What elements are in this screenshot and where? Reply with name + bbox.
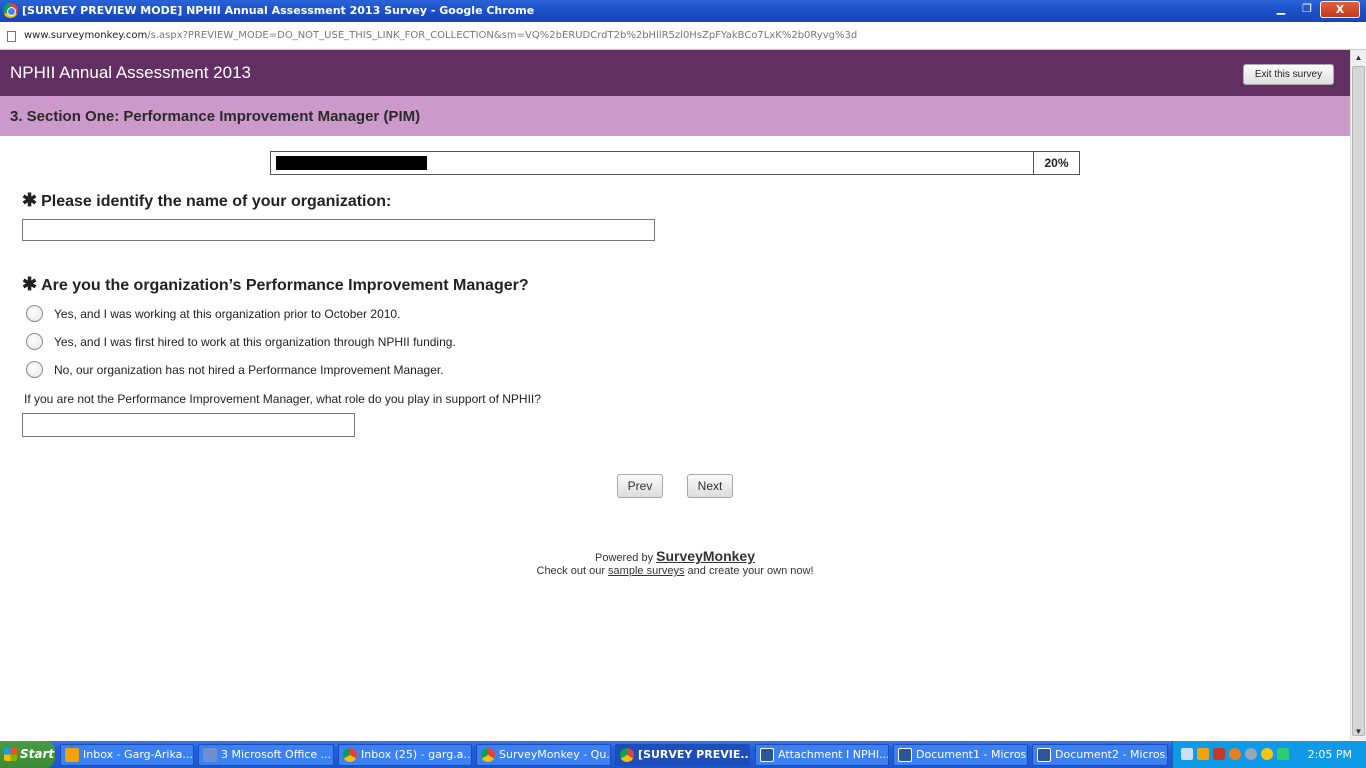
- powered-by-line: Powered by SurveyMonkey: [595, 548, 755, 564]
- question-1-text: Please identify the name of your organiz…: [41, 193, 392, 210]
- chrome-icon: [3, 3, 18, 18]
- word-icon: [760, 748, 774, 762]
- taskbar-item-outlook[interactable]: Inbox - Garg-Arika...: [60, 744, 194, 766]
- system-tray: 2:05 PM: [1172, 741, 1366, 768]
- chrome-icon: [343, 748, 357, 762]
- url-text[interactable]: www.surveymonkey.com/s.aspx?PREVIEW_MODE…: [24, 30, 857, 41]
- radio-button[interactable]: [26, 333, 43, 350]
- window-title: [SURVEY PREVIEW MODE] NPHII Annual Asses…: [22, 4, 535, 17]
- sample-surveys-link[interactable]: sample surveys: [608, 565, 684, 577]
- required-icon: ✱: [22, 274, 38, 294]
- radio-label[interactable]: No, our organization has not hired a Per…: [54, 363, 444, 377]
- page-icon: [7, 31, 16, 42]
- word-icon: [1037, 748, 1051, 762]
- settings-gear-icon[interactable]: [1261, 748, 1273, 760]
- section-bar: 3. Section One: Performance Improvement …: [0, 96, 1350, 136]
- app-tray-icon[interactable]: [1277, 748, 1289, 760]
- question-2-text: Are you the organization’s Performance I…: [41, 277, 529, 294]
- window-title-bar: [SURVEY PREVIEW MODE] NPHII Annual Asses…: [0, 0, 1366, 22]
- survey-title: NPHII Annual Assessment 2013: [10, 63, 251, 82]
- taskbar-item-survey-preview[interactable]: [SURVEY PREVIE...: [615, 744, 750, 766]
- word-icon: [898, 748, 912, 762]
- scroll-thumb[interactable]: [1352, 66, 1365, 736]
- survey-header: NPHII Annual Assessment 2013 Exit this s…: [0, 50, 1350, 96]
- close-button[interactable]: X: [1320, 1, 1360, 18]
- question-2-title: ✱ Are you the organization’s Performance …: [22, 274, 529, 295]
- taskbar-item-attachment[interactable]: Attachment I NPHI...: [755, 744, 889, 766]
- scroll-up-icon[interactable]: ▲: [1351, 50, 1366, 65]
- radio-button[interactable]: [26, 305, 43, 322]
- surveymonkey-link[interactable]: SurveyMonkey: [656, 548, 755, 564]
- radio-label[interactable]: Yes, and I was working at this organizat…: [54, 307, 400, 321]
- minimize-button[interactable]: ▁: [1268, 1, 1294, 18]
- prev-button[interactable]: Prev: [617, 474, 663, 498]
- security-shield-icon[interactable]: [1213, 748, 1225, 760]
- clock[interactable]: 2:05 PM: [1308, 748, 1352, 761]
- chrome-icon: [481, 748, 495, 762]
- taskbar-item-surveymonkey[interactable]: SurveyMonkey - Qu...: [476, 744, 611, 766]
- vertical-scrollbar[interactable]: ▲ ▼: [1350, 50, 1366, 740]
- chat-icon[interactable]: [1229, 748, 1241, 760]
- next-button[interactable]: Next: [687, 474, 733, 498]
- progress-track: [276, 156, 1032, 170]
- network-icon[interactable]: [1181, 748, 1193, 760]
- progress-bar: 20%: [270, 151, 1080, 175]
- taskbar-item-document1[interactable]: Document1 - Micros...: [893, 744, 1028, 766]
- taskbar: Start Inbox - Garg-Arika... 3 Microsoft …: [0, 741, 1366, 768]
- required-icon: ✱: [22, 190, 38, 210]
- question-1-title: ✱ Please identify the name of your organi…: [22, 190, 391, 211]
- taskbar-item-office[interactable]: 3 Microsoft Office ...: [198, 744, 334, 766]
- restore-button[interactable]: ❐: [1294, 1, 1320, 18]
- exit-survey-button[interactable]: Exit this survey: [1243, 64, 1334, 85]
- office-icon: [203, 748, 217, 762]
- footer: Powered by SurveyMonkey Check out our sa…: [420, 548, 930, 577]
- section-title: 3. Section One: Performance Improvement …: [10, 108, 421, 125]
- promo-line: Check out our sample surveys and create …: [536, 565, 814, 577]
- taskbar-item-inbox[interactable]: Inbox (25) - garg.a...: [338, 744, 472, 766]
- progress-percent: 20%: [1033, 152, 1079, 174]
- windows-logo-icon: [4, 748, 17, 761]
- other-role-input[interactable]: [22, 413, 355, 437]
- radio-button[interactable]: [26, 361, 43, 378]
- outlook-icon: [65, 748, 79, 762]
- start-button[interactable]: Start: [0, 741, 55, 768]
- organization-name-input[interactable]: [22, 219, 655, 241]
- radio-label[interactable]: Yes, and I was first hired to work at th…: [54, 335, 456, 349]
- scroll-down-icon[interactable]: ▼: [1351, 724, 1366, 739]
- update-icon[interactable]: [1245, 748, 1257, 760]
- taskbar-item-document2[interactable]: Document2 - Micros...: [1032, 744, 1168, 766]
- other-role-label: If you are not the Performance Improveme…: [24, 392, 541, 406]
- address-bar[interactable]: www.surveymonkey.com/s.aspx?PREVIEW_MODE…: [0, 22, 1366, 50]
- progress-fill: [276, 156, 428, 170]
- outlook-tray-icon[interactable]: [1197, 748, 1209, 760]
- chrome-icon: [620, 748, 634, 762]
